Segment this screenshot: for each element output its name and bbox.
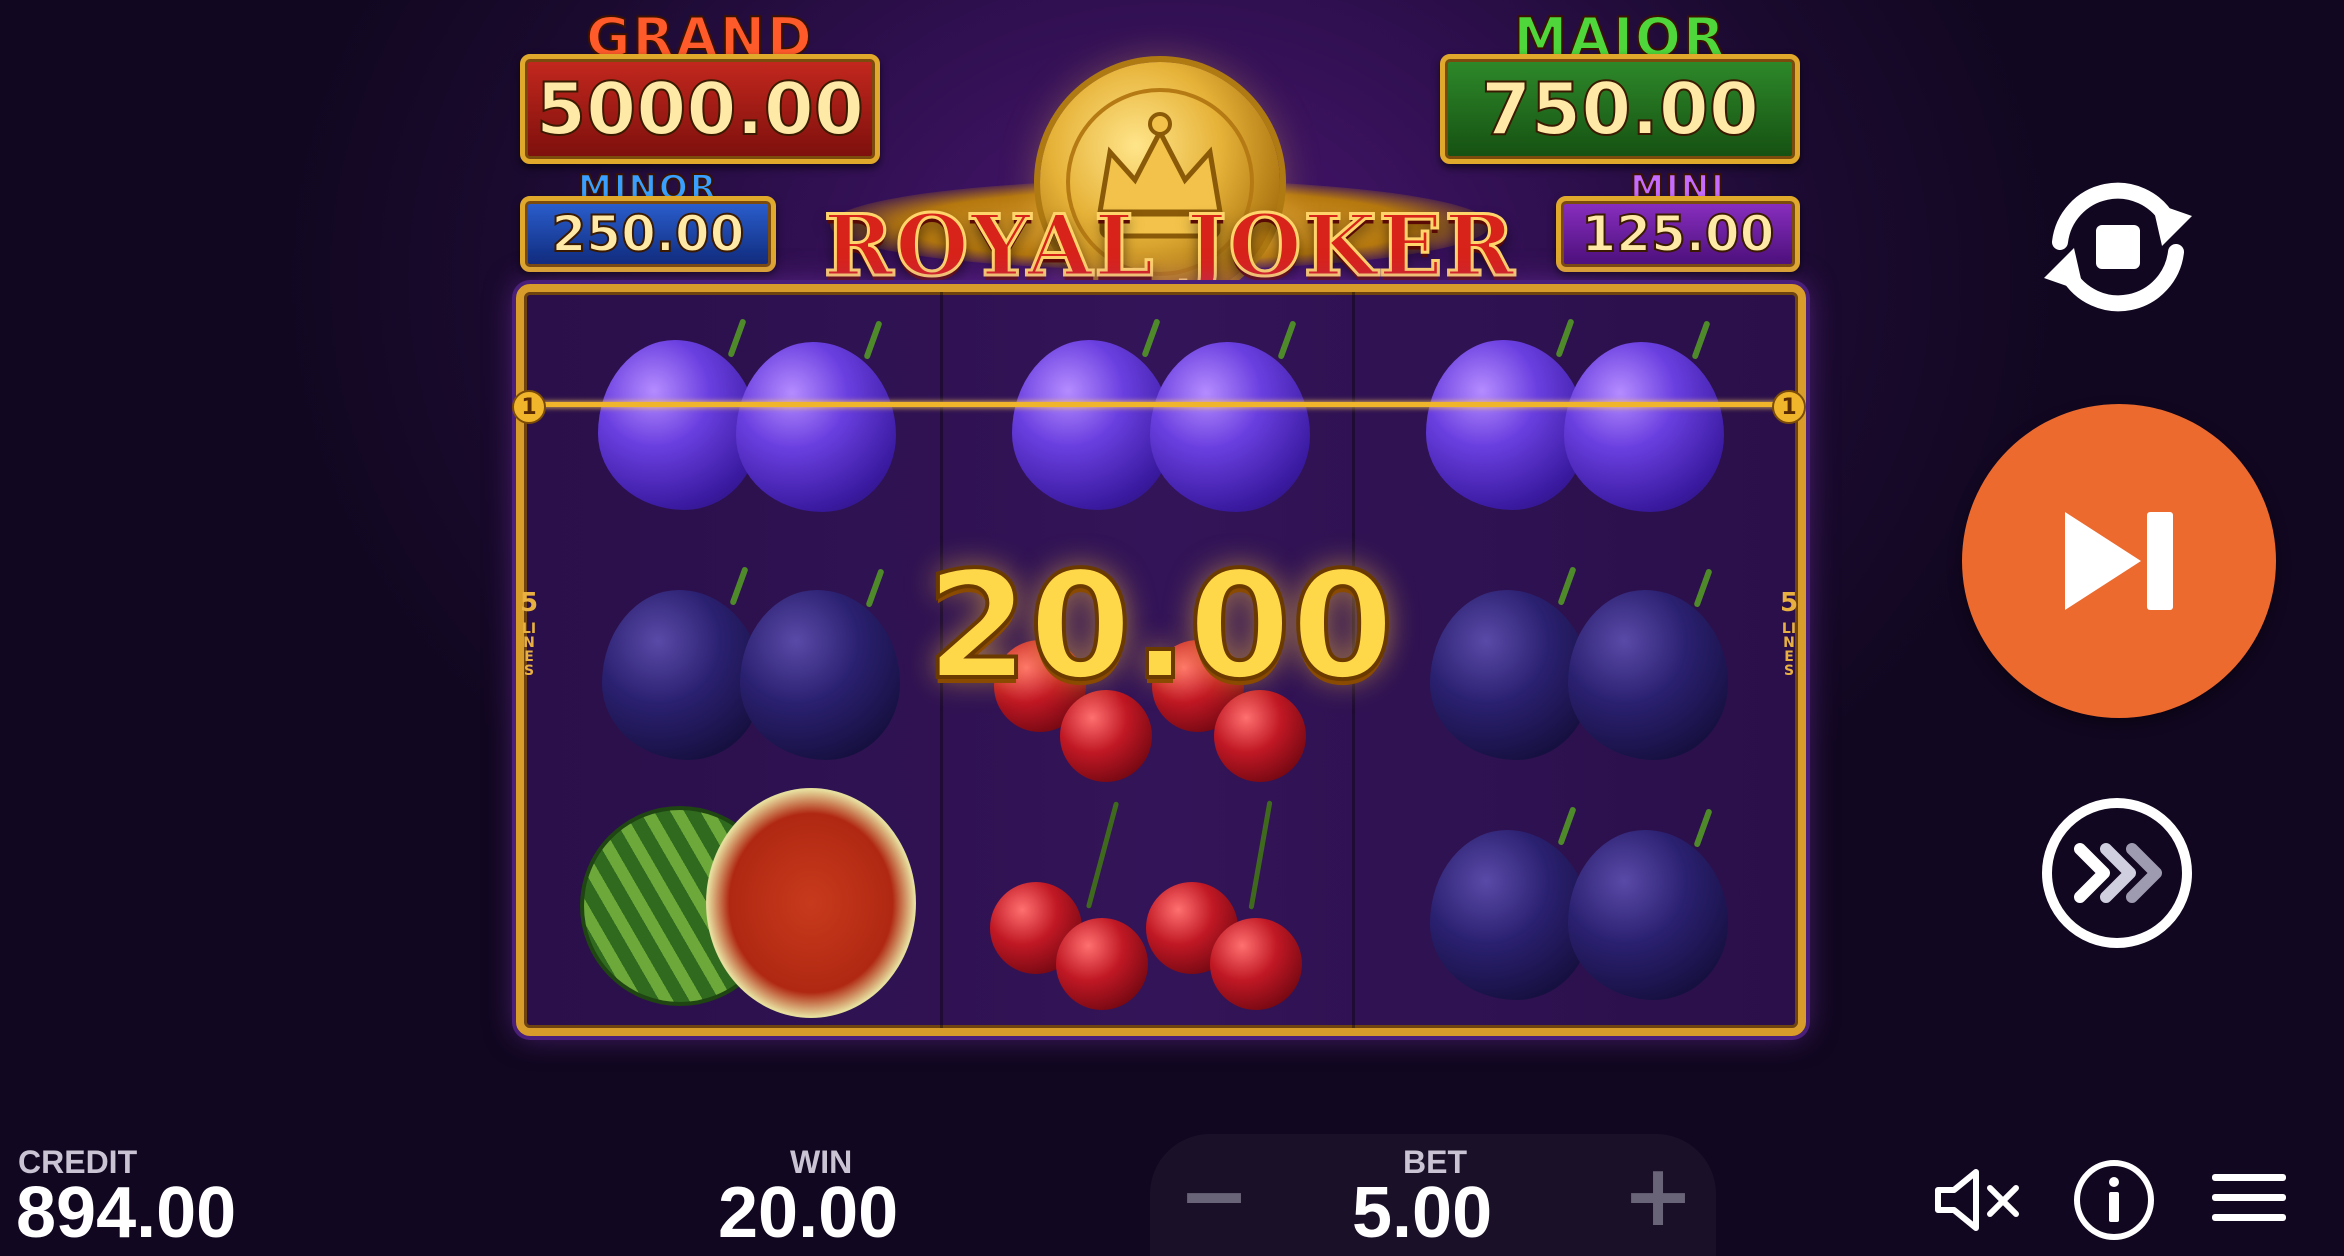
spin-button[interactable] bbox=[1962, 404, 2276, 718]
minor-jackpot-value: 250.00 bbox=[520, 196, 776, 272]
plum-symbol bbox=[1424, 312, 1724, 512]
menu-icon bbox=[2212, 1174, 2286, 1221]
major-jackpot-value: 750.00 bbox=[1440, 54, 1800, 164]
cherry-symbol bbox=[990, 800, 1302, 1010]
lines-label-left: LINES bbox=[521, 621, 537, 679]
bet-increase-button[interactable]: + bbox=[1618, 1153, 1698, 1239]
plum-symbol bbox=[1010, 312, 1310, 512]
mini-jackpot-value: 125.00 bbox=[1556, 196, 1800, 272]
dark-plum-symbol bbox=[596, 560, 900, 760]
turbo-button[interactable] bbox=[2042, 798, 2192, 948]
credit-value: 894.00 bbox=[16, 1173, 237, 1253]
watermelon-symbol bbox=[576, 780, 916, 1018]
dark-plum-symbol bbox=[1424, 560, 1728, 760]
win-popup-amount: 20.00 bbox=[924, 538, 1396, 714]
bet-decrease-button[interactable]: − bbox=[1174, 1153, 1254, 1239]
autoplay-icon bbox=[2044, 182, 2192, 312]
dark-plum-symbol bbox=[1424, 800, 1728, 1000]
grand-jackpot-value: 5000.00 bbox=[520, 54, 880, 164]
win-value: 20.00 bbox=[718, 1173, 899, 1253]
info-icon bbox=[2074, 1160, 2154, 1240]
skip-icon bbox=[2065, 512, 2173, 610]
lines-count-right: 5 bbox=[1779, 588, 1799, 618]
lines-count-left: 5 bbox=[519, 588, 539, 618]
sound-muted-icon bbox=[1935, 1169, 2019, 1231]
game-logo: ROYAL JOKER bbox=[822, 195, 1517, 297]
turbo-icon bbox=[2074, 843, 2162, 903]
info-button[interactable] bbox=[2072, 1158, 2156, 1242]
sound-button[interactable] bbox=[1932, 1164, 2024, 1236]
payline-number-right: 1 bbox=[1772, 390, 1806, 424]
payline-number-left: 1 bbox=[512, 390, 546, 424]
autoplay-button[interactable] bbox=[2034, 172, 2202, 322]
payline-1 bbox=[532, 402, 1790, 407]
menu-button[interactable] bbox=[2210, 1168, 2288, 1228]
lines-label-right: LINES bbox=[1781, 621, 1797, 679]
plum-symbol bbox=[596, 312, 896, 512]
bet-value: 5.00 bbox=[1352, 1173, 1493, 1253]
